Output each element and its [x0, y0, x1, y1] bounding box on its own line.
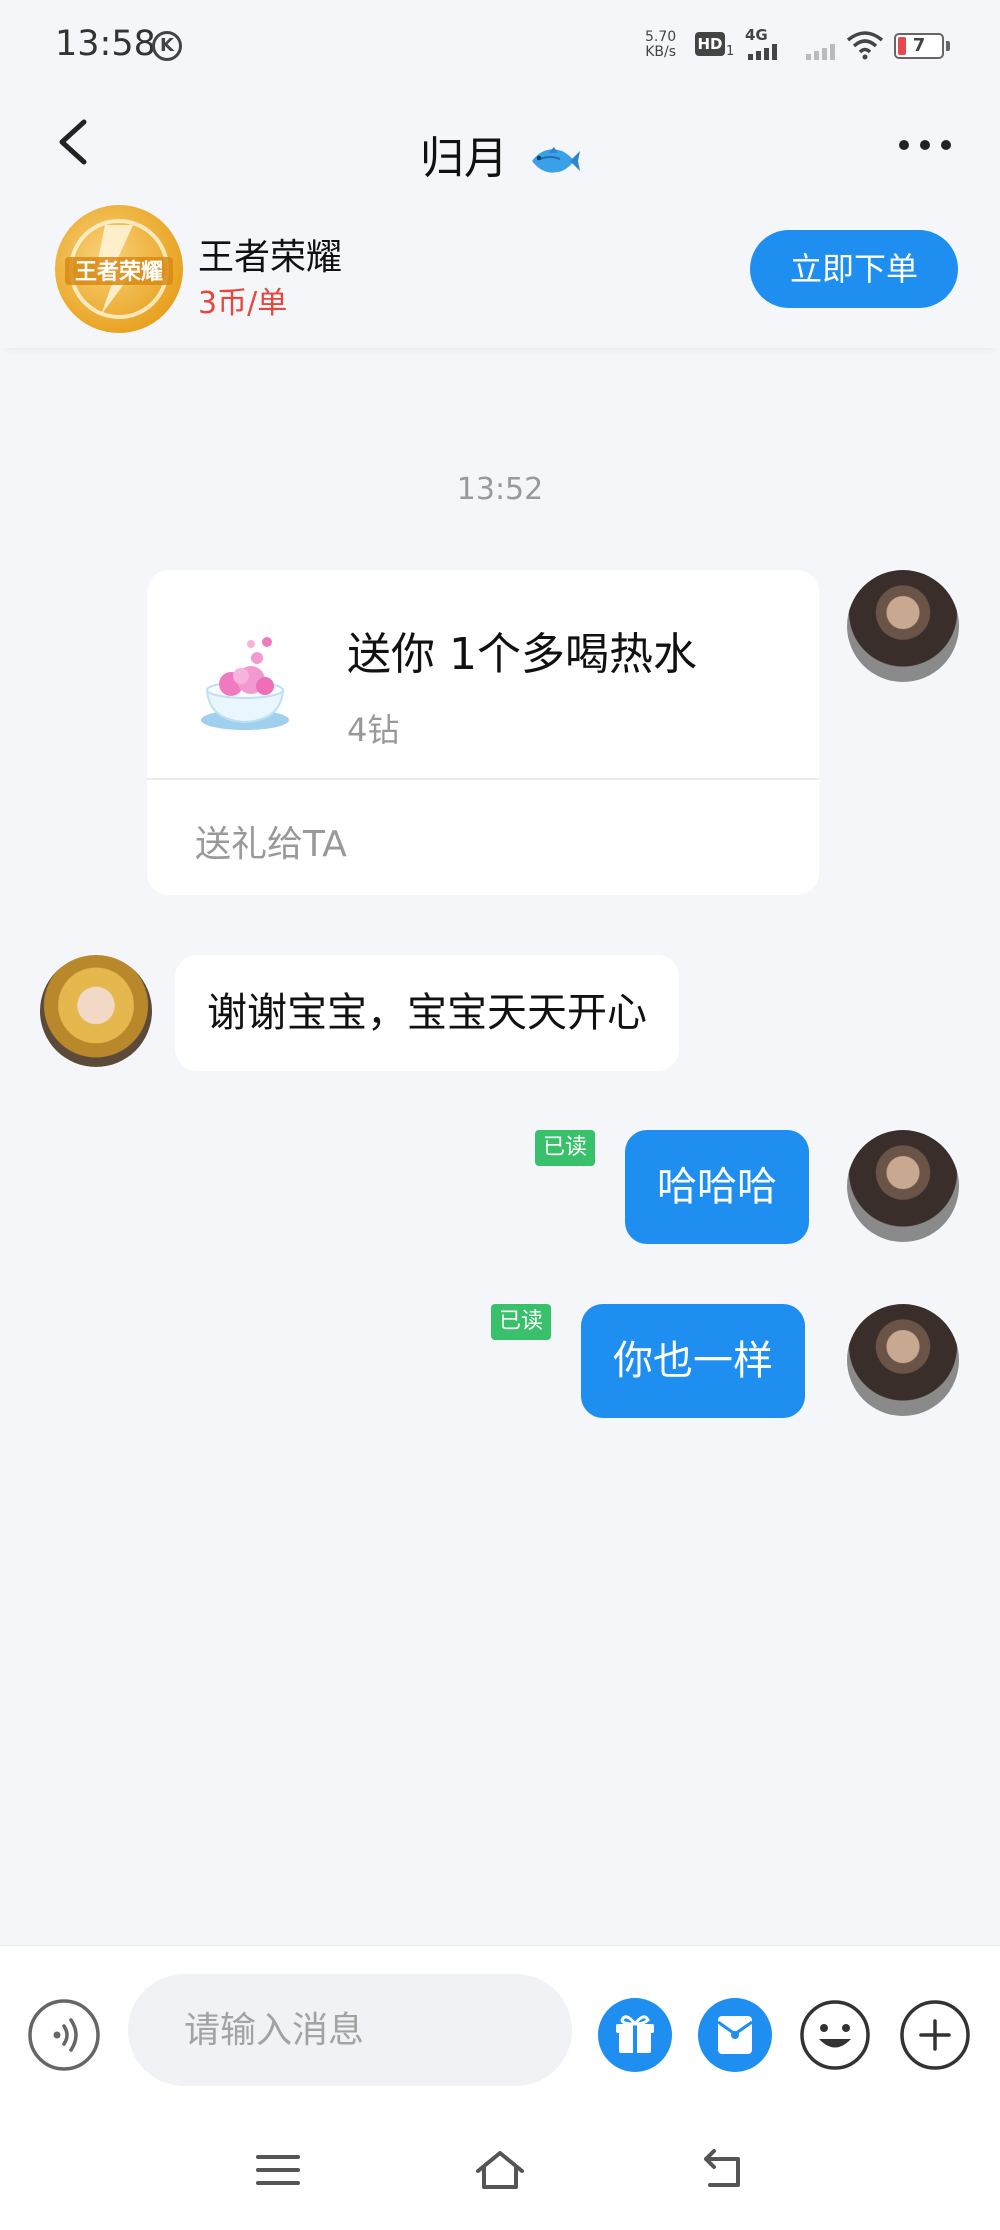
home-icon[interactable] — [470, 2145, 530, 2195]
contact-avatar[interactable] — [40, 955, 152, 1067]
contact-name: 归月 — [420, 133, 508, 184]
back-nav-icon[interactable] — [692, 2145, 752, 2195]
nav-bar: 归月 — [0, 90, 1000, 200]
chat-timestamp: 13:52 — [456, 472, 544, 507]
my-avatar[interactable] — [847, 570, 959, 682]
net-speed-unit: KB/s — [645, 44, 676, 60]
message-bubble-outgoing[interactable]: 你也一样 — [581, 1304, 805, 1418]
plus-icon[interactable] — [898, 1998, 972, 2072]
more-options-icon[interactable] — [890, 120, 960, 170]
red-packet-icon[interactable] — [698, 1998, 772, 2072]
wifi-icon — [846, 31, 884, 60]
my-avatar[interactable] — [847, 1304, 959, 1416]
signal-strength-icon — [748, 44, 777, 60]
gift-divider — [147, 778, 819, 780]
system-navigation-bar — [0, 2105, 1000, 2230]
send-gift-link[interactable]: 送礼给TA — [195, 815, 347, 867]
read-status-badge: 已读 — [491, 1304, 552, 1340]
product-name: 王者荣耀 — [198, 237, 343, 278]
k-app-icon: K — [152, 31, 182, 61]
hd-icon: HD — [695, 32, 725, 56]
read-status-badge: 已读 — [535, 1130, 596, 1166]
gift-price: 4钻 — [347, 711, 400, 749]
product-card: 王者荣耀 王者荣耀 3币/单 立即下单 — [0, 200, 1000, 348]
message-input[interactable] — [128, 1974, 572, 2086]
input-bar — [0, 1945, 1000, 2105]
message-bubble-incoming[interactable]: 谢谢宝宝，宝宝天天开心 — [175, 955, 679, 1071]
order-now-button[interactable]: 立即下单 — [750, 230, 958, 308]
net-speed: 5.70 KB/s — [645, 30, 676, 60]
hot-water-cup-icon — [201, 637, 289, 730]
message-bubble-outgoing[interactable]: 哈哈哈 — [625, 1130, 809, 1244]
battery-icon: 7 — [894, 33, 944, 59]
product-price: 3币/单 — [198, 286, 288, 321]
menu-icon[interactable] — [248, 2145, 308, 2195]
net-speed-value: 5.70 — [645, 29, 677, 45]
hd-sub-label: 1 — [726, 44, 735, 59]
signal-secondary-icon — [806, 44, 835, 60]
my-avatar[interactable] — [847, 1130, 959, 1242]
svg-text:王者荣耀: 王者荣耀 — [75, 259, 163, 285]
status-time: 13:58 — [55, 24, 156, 64]
page-title: 归月 — [0, 122, 1000, 186]
voice-input-icon[interactable] — [27, 1998, 101, 2072]
network-type-label: 4G — [745, 26, 768, 44]
battery-level: 7 — [912, 35, 926, 56]
emoji-icon[interactable] — [798, 1998, 872, 2072]
status-bar: 13:58 K 5.70 KB/s HD 1 4G 7 — [0, 0, 1000, 90]
gift-message-card[interactable]: 送你 1个多喝热水 4钻 送礼给TA — [147, 570, 819, 895]
fish-icon — [532, 147, 580, 173]
gift-icon[interactable] — [598, 1998, 672, 2072]
game-logo: 王者荣耀 — [55, 205, 183, 333]
gift-title: 送你 1个多喝热水 — [347, 629, 697, 680]
game-logo-emblem: 王者荣耀 — [65, 219, 173, 319]
